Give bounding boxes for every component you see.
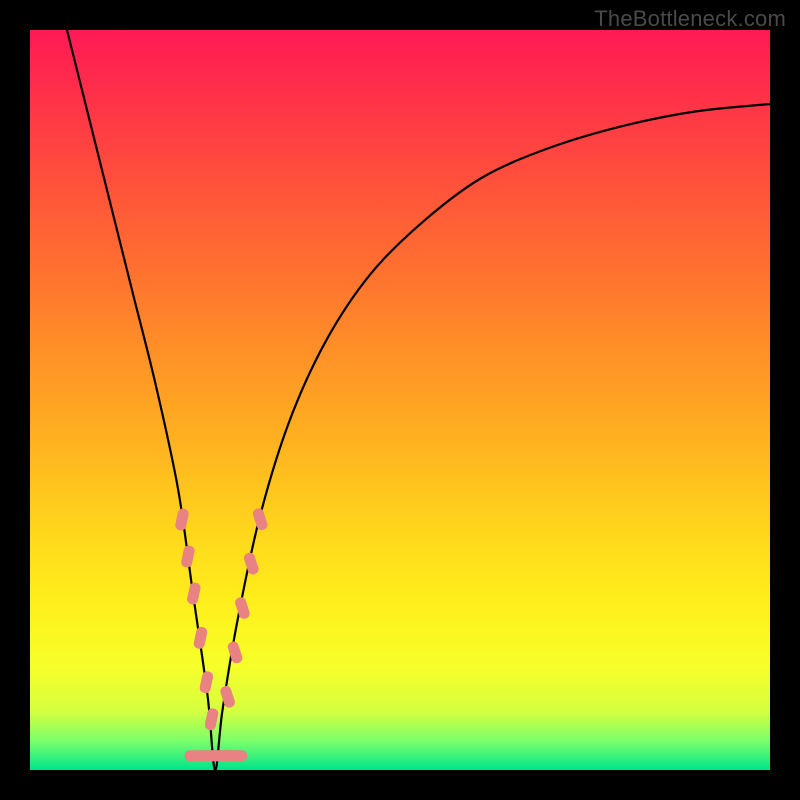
tick-mark (243, 551, 260, 575)
tick-mark (219, 685, 236, 709)
chart-frame: TheBottleneck.com (0, 0, 800, 800)
tick-mark (180, 545, 195, 569)
curve-layer (30, 30, 770, 770)
tick-mark (186, 582, 201, 606)
tick-mark (199, 670, 214, 694)
tick-mark (252, 507, 269, 531)
tick-mark (193, 626, 208, 650)
bottleneck-curve (67, 30, 770, 770)
tick-mark (174, 508, 189, 532)
plot-area (30, 30, 770, 770)
tick-mark (226, 640, 243, 664)
tick-mark (204, 707, 219, 731)
tick-mark (234, 596, 251, 620)
tick-mark (225, 750, 247, 761)
tick-mark (185, 750, 207, 761)
source-watermark: TheBottleneck.com (594, 6, 786, 32)
